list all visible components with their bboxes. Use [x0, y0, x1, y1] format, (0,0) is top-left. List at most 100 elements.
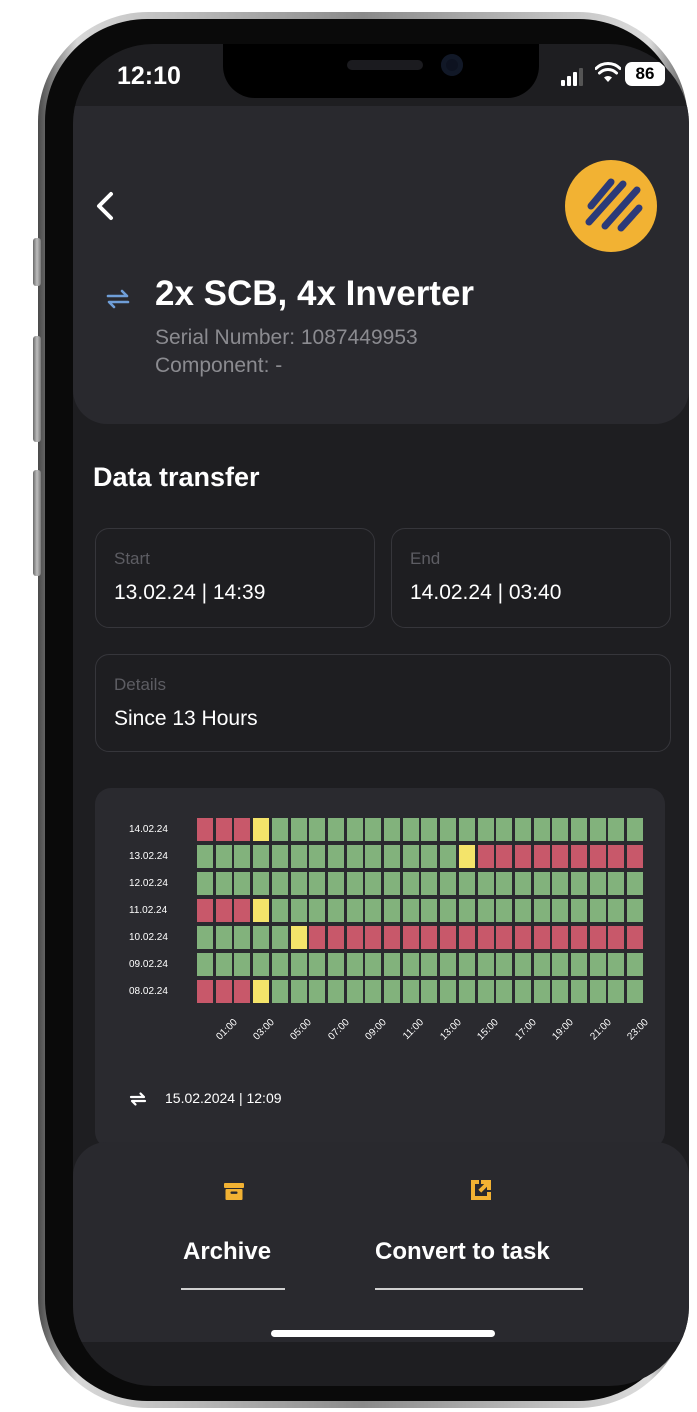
heatmap-cell — [552, 818, 569, 841]
heatmap-cell — [589, 980, 606, 1003]
last-sync-timestamp: 15.02.2024 | 12:09 — [165, 1090, 282, 1106]
heatmap-cell — [514, 926, 531, 949]
heatmap-cell — [271, 926, 288, 949]
heatmap-row-label: 09.02.24 — [129, 959, 168, 970]
heatmap-cell — [309, 953, 326, 976]
heatmap-cell — [458, 818, 475, 841]
heatmap-cell — [533, 953, 550, 976]
heatmap-cell — [402, 926, 419, 949]
heatmap-cell — [458, 872, 475, 895]
volume-up-button — [33, 336, 41, 442]
heatmap-cell — [477, 818, 494, 841]
heatmap-cell — [327, 980, 344, 1003]
heatmap-cell — [477, 980, 494, 1003]
heatmap-cell — [290, 953, 307, 976]
heatmap-cell — [458, 899, 475, 922]
heatmap-cell — [346, 953, 363, 976]
heatmap-cell — [309, 818, 326, 841]
heatmap-cell — [514, 872, 531, 895]
end-field: End 14.02.24 | 03:40 — [391, 528, 671, 628]
heatmap-cell — [309, 845, 326, 868]
heatmap-cell — [327, 953, 344, 976]
company-logo-icon — [565, 160, 657, 252]
heatmap-cell — [477, 926, 494, 949]
heatmap-cell — [477, 899, 494, 922]
heatmap-cell — [552, 899, 569, 922]
heatmap-cell — [608, 953, 625, 976]
heatmap-cell — [215, 953, 232, 976]
heatmap-cell — [514, 899, 531, 922]
archive-label: Archive — [183, 1238, 272, 1265]
heatmap-cell — [290, 818, 307, 841]
heatmap-cell — [440, 926, 457, 949]
heatmap-cell — [197, 872, 213, 895]
heatmap-hour-label: 01:00 — [214, 1017, 240, 1043]
heatmap-cell — [327, 818, 344, 841]
end-value: 14.02.24 | 03:40 — [410, 581, 562, 604]
heatmap-cell — [533, 845, 550, 868]
heatmap-cell — [253, 872, 270, 895]
heatmap-hour-label: 15:00 — [475, 1017, 502, 1043]
heatmap-cell — [421, 818, 438, 841]
heatmap-cell — [271, 953, 288, 976]
home-indicator[interactable] — [271, 1330, 495, 1337]
heatmap-cell — [384, 899, 400, 922]
heatmap-cell — [215, 845, 232, 868]
heatmap-cell — [197, 926, 213, 949]
heatmap-cell — [421, 980, 438, 1003]
heatmap-cell — [197, 845, 213, 868]
heatmap-cell — [533, 980, 550, 1003]
heatmap-cell — [271, 845, 288, 868]
heatmap-cell — [608, 899, 625, 922]
heatmap-cell — [290, 980, 307, 1003]
app-screen: 2x SCB, 4x Inverter Serial Number: 10874… — [73, 44, 689, 1386]
heatmap-cell — [552, 980, 569, 1003]
heatmap-cell — [477, 953, 494, 976]
heatmap-cell — [384, 926, 400, 949]
heatmap-hour-label: 05:00 — [288, 1017, 315, 1043]
heatmap-cell — [608, 845, 625, 868]
heatmap-cell — [571, 899, 587, 922]
heatmap-hour-label: 03:00 — [251, 1017, 277, 1043]
serial-number: Serial Number: 1087449953 — [155, 326, 418, 349]
heatmap-cell — [552, 845, 569, 868]
convert-to-task-button[interactable]: Convert to task — [373, 1168, 593, 1294]
heatmap-row-label: 10.02.24 — [129, 932, 168, 943]
heatmap-cell — [496, 899, 513, 922]
archive-button[interactable]: Archive — [181, 1168, 291, 1294]
heatmap-cell — [589, 872, 606, 895]
heatmap-cell — [234, 926, 251, 949]
heatmap-cell — [496, 818, 513, 841]
heatmap-cell — [197, 818, 213, 841]
status-time: 12:10 — [117, 62, 181, 90]
heatmap-cell — [421, 926, 438, 949]
heatmap-cell — [384, 872, 400, 895]
heatmap-cell — [627, 845, 644, 868]
heatmap-cell — [402, 953, 419, 976]
archive-icon — [223, 1180, 245, 1202]
heatmap-cell — [253, 899, 270, 922]
mute-switch — [33, 238, 41, 286]
device-title: 2x SCB, 4x Inverter — [155, 274, 475, 313]
volume-down-button — [33, 470, 41, 576]
heatmap-cell — [327, 899, 344, 922]
heatmap-cell — [290, 926, 307, 949]
heatmap-cell — [514, 818, 531, 841]
heatmap-cell — [271, 899, 288, 922]
heatmap-cell — [552, 926, 569, 949]
heatmap-cell — [589, 899, 606, 922]
sync-icon — [127, 1088, 149, 1110]
heatmap-cell — [253, 953, 270, 976]
heatmap-cell — [346, 926, 363, 949]
heatmap-cell — [327, 926, 344, 949]
heatmap-cell — [271, 980, 288, 1003]
heatmap-cell — [365, 953, 382, 976]
convert-to-task-underline — [375, 1288, 583, 1290]
heatmap-cell — [215, 980, 232, 1003]
heatmap-cell — [402, 899, 419, 922]
heatmap-cell — [234, 872, 251, 895]
start-field: Start 13.02.24 | 14:39 — [95, 528, 375, 628]
back-chevron-icon[interactable] — [91, 186, 121, 226]
transfer-heatmap-card: 14.02.24 13.02.24 12.02.24 11.02.24 10.02.24… — [95, 788, 665, 1148]
heatmap-cell — [627, 872, 644, 895]
